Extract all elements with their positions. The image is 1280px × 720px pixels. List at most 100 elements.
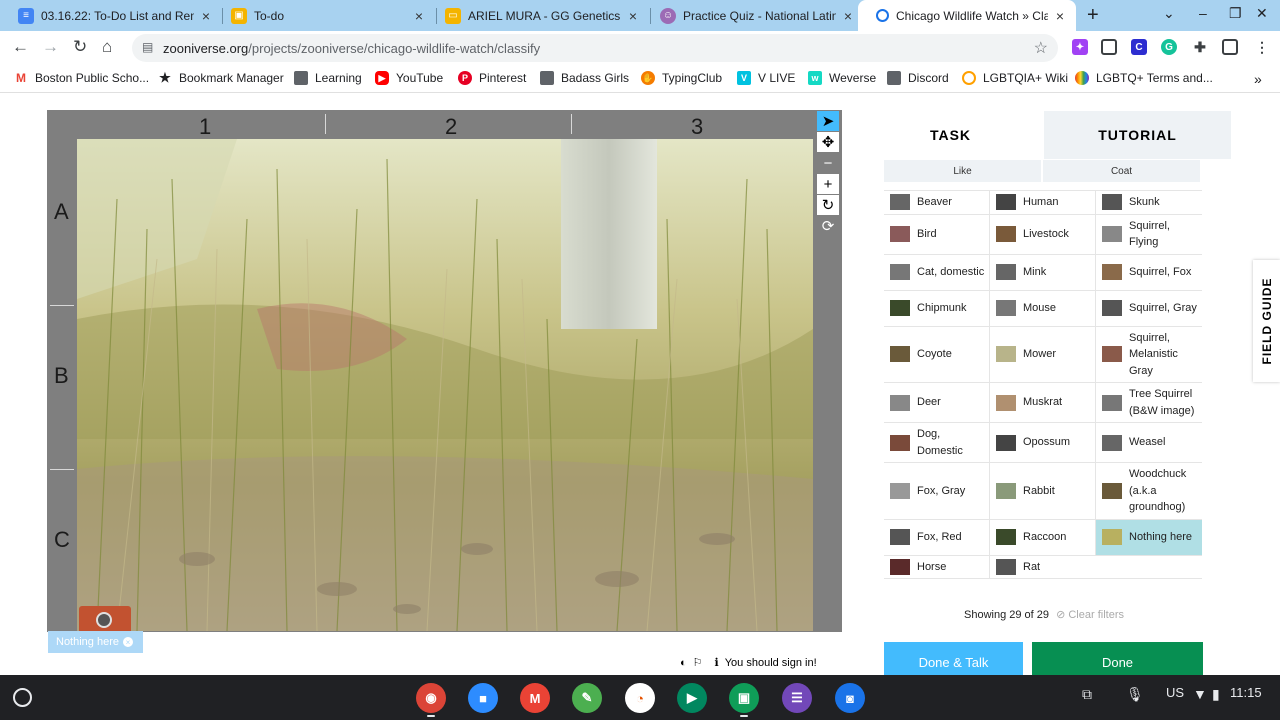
- bookmark-weverse[interactable]: w Weverse: [808, 71, 876, 85]
- battery-icon[interactable]: ▮: [1212, 686, 1220, 703]
- species-choice[interactable]: Mink: [990, 254, 1096, 290]
- bookmark-vlive[interactable]: V V LIVE: [737, 71, 795, 85]
- zoom-icon[interactable]: ■: [468, 683, 498, 713]
- tab-search-icon[interactable]: ⌄: [1163, 5, 1175, 22]
- species-choice[interactable]: Nothing here: [1096, 519, 1202, 555]
- back-icon[interactable]: ←: [12, 37, 29, 57]
- more-bookmarks-icon[interactable]: »: [1254, 71, 1262, 87]
- tab-genetics[interactable]: ▭ ARIEL MURA - GG Genetics Dig ×: [427, 0, 649, 31]
- menu-icon[interactable]: ⋮: [1254, 39, 1270, 55]
- zoom-in-icon[interactable]: +: [817, 174, 839, 194]
- close-tab-icon[interactable]: ×: [198, 8, 214, 24]
- grammarly-icon[interactable]: G: [1161, 39, 1177, 55]
- species-choice[interactable]: Fox, Red: [884, 519, 990, 555]
- home-icon[interactable]: ⌂: [102, 37, 112, 57]
- close-tab-icon[interactable]: ×: [1052, 8, 1068, 24]
- site-info-icon[interactable]: ▤: [142, 40, 156, 54]
- close-tab-icon[interactable]: ×: [840, 8, 856, 24]
- species-choice[interactable]: Tree Squirrel (B&W image): [1096, 383, 1202, 422]
- close-tab-icon[interactable]: ×: [625, 8, 641, 24]
- gmail-icon[interactable]: M: [520, 683, 550, 713]
- c-extension-icon[interactable]: C: [1131, 39, 1147, 55]
- filter-coat[interactable]: Coat: [1043, 160, 1200, 182]
- selected-choice-chip[interactable]: Nothing here ×: [48, 631, 143, 653]
- bookmark-lgbtq-terms[interactable]: LGBTQ+ Terms and...: [1075, 71, 1213, 85]
- paint-icon[interactable]: ◔: [625, 683, 655, 713]
- species-choice[interactable]: Rat: [990, 556, 1096, 579]
- forms-icon[interactable]: ☰: [782, 683, 812, 713]
- shield-extension-icon[interactable]: [1101, 39, 1117, 55]
- species-choice[interactable]: Muskrat: [990, 383, 1096, 422]
- bookmark-star-icon[interactable]: ☆: [1034, 38, 1048, 58]
- bookmark-boston-public[interactable]: M Boston Public Scho...: [14, 71, 149, 85]
- species-choice[interactable]: Squirrel, Flying: [1096, 215, 1202, 254]
- contrast-icon[interactable]: ◐: [680, 657, 687, 669]
- bookmark-discord[interactable]: Discord: [887, 71, 949, 85]
- species-choice[interactable]: Mouse: [990, 290, 1096, 326]
- species-choice[interactable]: Human: [990, 191, 1096, 214]
- camera-trap-photo[interactable]: [77, 139, 813, 631]
- tab-task[interactable]: TASK: [857, 111, 1044, 159]
- bookmark-learning[interactable]: Learning: [294, 71, 362, 85]
- chrome-icon[interactable]: ◉: [416, 683, 446, 713]
- species-choice[interactable]: Mower: [990, 326, 1096, 382]
- address-bar[interactable]: ▤ zooniverse.org/projects/zooniverse/chi…: [132, 34, 1058, 62]
- species-choice[interactable]: Squirrel, Fox: [1096, 255, 1202, 290]
- species-choice[interactable]: Raccoon: [990, 519, 1096, 555]
- species-choice[interactable]: Dog, Domestic: [884, 423, 990, 462]
- flag-icon[interactable]: ⚐: [693, 656, 703, 669]
- species-choice[interactable]: Beaver: [884, 191, 990, 214]
- zoom-out-icon[interactable]: −: [817, 153, 839, 173]
- filter-like[interactable]: Like: [884, 160, 1041, 182]
- species-choice[interactable]: Squirrel, Gray: [1096, 291, 1202, 326]
- close-tab-icon[interactable]: ×: [411, 8, 427, 24]
- classroom-icon[interactable]: ▣: [729, 683, 759, 713]
- play-store-icon[interactable]: ▶: [677, 683, 707, 713]
- restore-icon[interactable]: ❐: [1229, 5, 1242, 22]
- camera-icon[interactable]: ◙: [835, 683, 865, 713]
- snapseed-icon[interactable]: ✎: [572, 683, 602, 713]
- side-panel-icon[interactable]: [1222, 39, 1238, 55]
- annotate-pointer-icon[interactable]: ➤: [817, 111, 839, 131]
- species-choice[interactable]: Horse: [884, 555, 990, 578]
- species-choice[interactable]: Weasel: [1096, 423, 1202, 462]
- rotate-icon[interactable]: ↻: [817, 195, 839, 215]
- wifi-icon[interactable]: ▼: [1193, 686, 1207, 702]
- bookmark-typingclub[interactable]: ✋ TypingClub: [641, 71, 722, 85]
- species-choice[interactable]: Bird: [884, 214, 990, 254]
- reset-icon[interactable]: ⟳: [817, 216, 839, 236]
- microphone-icon[interactable]: 🎙: [1126, 686, 1144, 703]
- extensions-icon[interactable]: ✚: [1192, 39, 1208, 55]
- tab-todo-doc[interactable]: ≡ 03.16.22: To-Do List and Remi ×: [0, 0, 222, 31]
- forward-icon[interactable]: →: [42, 37, 59, 57]
- tab-to-do[interactable]: ▣ To-do ×: [213, 0, 435, 31]
- species-choice[interactable]: Woodchuck (a.k.a groundhog): [1096, 463, 1202, 519]
- species-choice[interactable]: Rabbit: [990, 463, 1096, 519]
- new-tab-button[interactable]: +: [1087, 4, 1099, 27]
- species-choice[interactable]: Livestock: [990, 214, 1096, 254]
- close-window-icon[interactable]: ✕: [1256, 5, 1268, 22]
- species-choice[interactable]: Coyote: [884, 326, 990, 382]
- bookmark-lgbtqia-wiki[interactable]: LGBTQIA+ Wiki: [962, 71, 1068, 85]
- field-guide-tab[interactable]: FIELD GUIDE: [1253, 260, 1280, 382]
- species-choice[interactable]: Fox, Gray: [884, 463, 990, 519]
- extension-puzzle-icon[interactable]: ✦: [1072, 39, 1088, 55]
- info-icon[interactable]: ℹ: [715, 656, 719, 669]
- species-choice[interactable]: Opossum: [990, 423, 1096, 462]
- launcher-icon[interactable]: [13, 688, 32, 707]
- minimize-icon[interactable]: –: [1199, 5, 1207, 21]
- species-choice[interactable]: Squirrel, Melanistic Gray: [1096, 327, 1202, 383]
- remove-chip-icon[interactable]: ×: [123, 637, 133, 647]
- pan-icon[interactable]: ✥: [817, 132, 839, 152]
- species-choice[interactable]: Chipmunk: [884, 290, 990, 326]
- tab-latin-quiz[interactable]: ☺ Practice Quiz - National Latin E ×: [642, 0, 864, 31]
- clock[interactable]: 11:15: [1230, 685, 1262, 700]
- bookmark-badass-girls[interactable]: Badass Girls: [540, 71, 629, 85]
- species-choice[interactable]: Cat, domestic: [884, 254, 990, 290]
- species-choice[interactable]: Skunk: [1096, 191, 1202, 214]
- screen-capture-icon[interactable]: ⧉: [1082, 686, 1092, 703]
- tab-tutorial[interactable]: TUTORIAL: [1044, 111, 1231, 159]
- bookmark-manager[interactable]: ★ Bookmark Manager: [158, 70, 284, 85]
- bookmark-youtube[interactable]: ▶ YouTube: [375, 71, 443, 85]
- species-choice[interactable]: Deer: [884, 383, 990, 422]
